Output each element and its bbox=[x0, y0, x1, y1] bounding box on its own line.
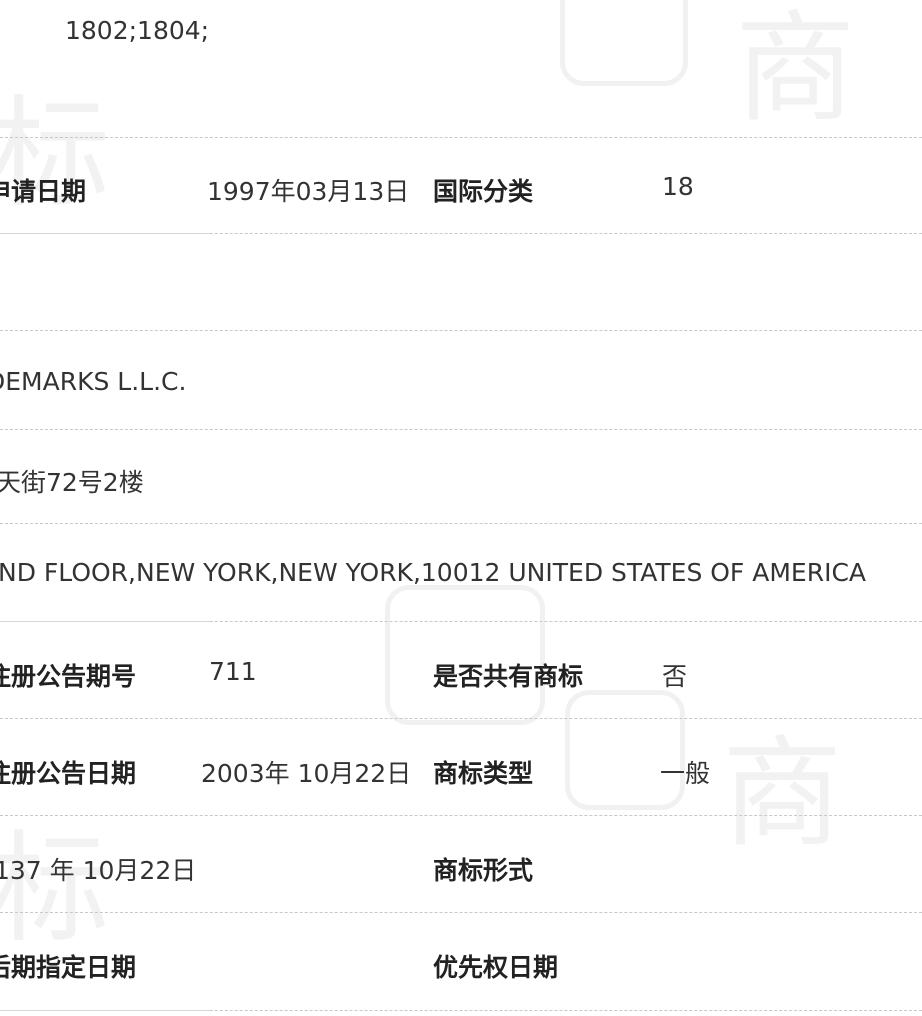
shared-trademark-value: 否 bbox=[662, 662, 688, 691]
watermark-box-3 bbox=[565, 690, 685, 810]
trademark-form-label: 商标形式 bbox=[433, 856, 534, 885]
row-divider bbox=[0, 429, 922, 430]
watermark-box-2 bbox=[385, 585, 545, 725]
similar-groups-value: 1802;1804; bbox=[65, 16, 210, 45]
watermark-glyph-4: 标 bbox=[0, 820, 110, 959]
row-divider bbox=[0, 912, 922, 913]
row-divider bbox=[0, 523, 922, 524]
applicant-address-en-value: ND FLOOR,NEW YORK,NEW YORK,10012 UNITED … bbox=[0, 558, 867, 587]
application-date-value: 1997年03月13日 bbox=[207, 177, 410, 206]
intl-class-value: 18 bbox=[662, 172, 694, 201]
row-divider bbox=[0, 1010, 922, 1011]
trademark-type-label: 商标类型 bbox=[433, 759, 534, 788]
shared-trademark-label: 是否共有商标 bbox=[433, 662, 584, 691]
row-divider bbox=[0, 330, 922, 331]
row-divider bbox=[0, 718, 922, 719]
announcement-issue-label: 注册公告期号 bbox=[0, 662, 137, 691]
row-divider bbox=[0, 137, 922, 138]
row-divider bbox=[0, 621, 922, 622]
watermark-glyph-1: 商 bbox=[735, 0, 855, 139]
announcement-date-label: 注册公告日期 bbox=[0, 759, 137, 788]
announcement-issue-value: 711 bbox=[209, 657, 257, 686]
applicant-name-value: DEMARKS L.L.C. bbox=[0, 367, 187, 396]
row-divider bbox=[0, 233, 922, 234]
validity-period-value: 137 年 10月22日 bbox=[0, 856, 197, 885]
intl-class-label: 国际分类 bbox=[433, 177, 534, 206]
later-designation-label: 后期指定日期 bbox=[0, 953, 137, 982]
watermark-glyph-3: 商 bbox=[722, 725, 842, 864]
announcement-date-value: 2003年 10月22日 bbox=[201, 759, 412, 788]
priority-date-label: 优先权日期 bbox=[433, 953, 559, 982]
row-divider bbox=[0, 815, 922, 816]
applicant-address-cn-value: 天街72号2楼 bbox=[0, 468, 144, 497]
trademark-type-value: 一般 bbox=[660, 759, 711, 788]
application-date-label: 申请日期 bbox=[0, 177, 87, 206]
watermark-box-1 bbox=[560, 0, 688, 86]
